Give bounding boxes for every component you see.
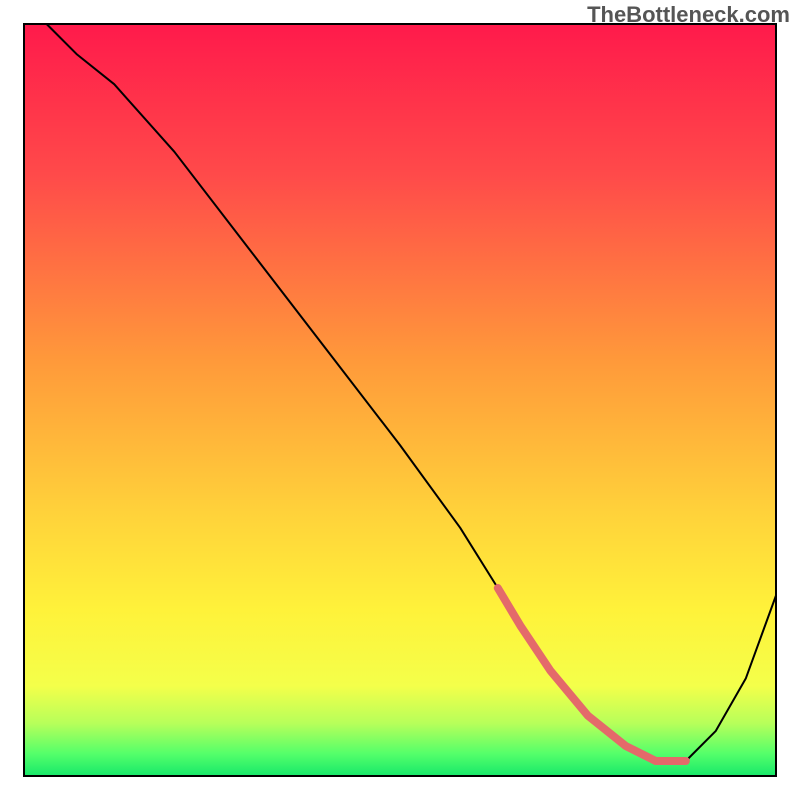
plot-area bbox=[24, 24, 776, 776]
bottleneck-chart bbox=[0, 0, 800, 800]
chart-container: TheBottleneck.com bbox=[0, 0, 800, 800]
plot-background bbox=[24, 24, 776, 776]
watermark-text: TheBottleneck.com bbox=[587, 2, 790, 28]
